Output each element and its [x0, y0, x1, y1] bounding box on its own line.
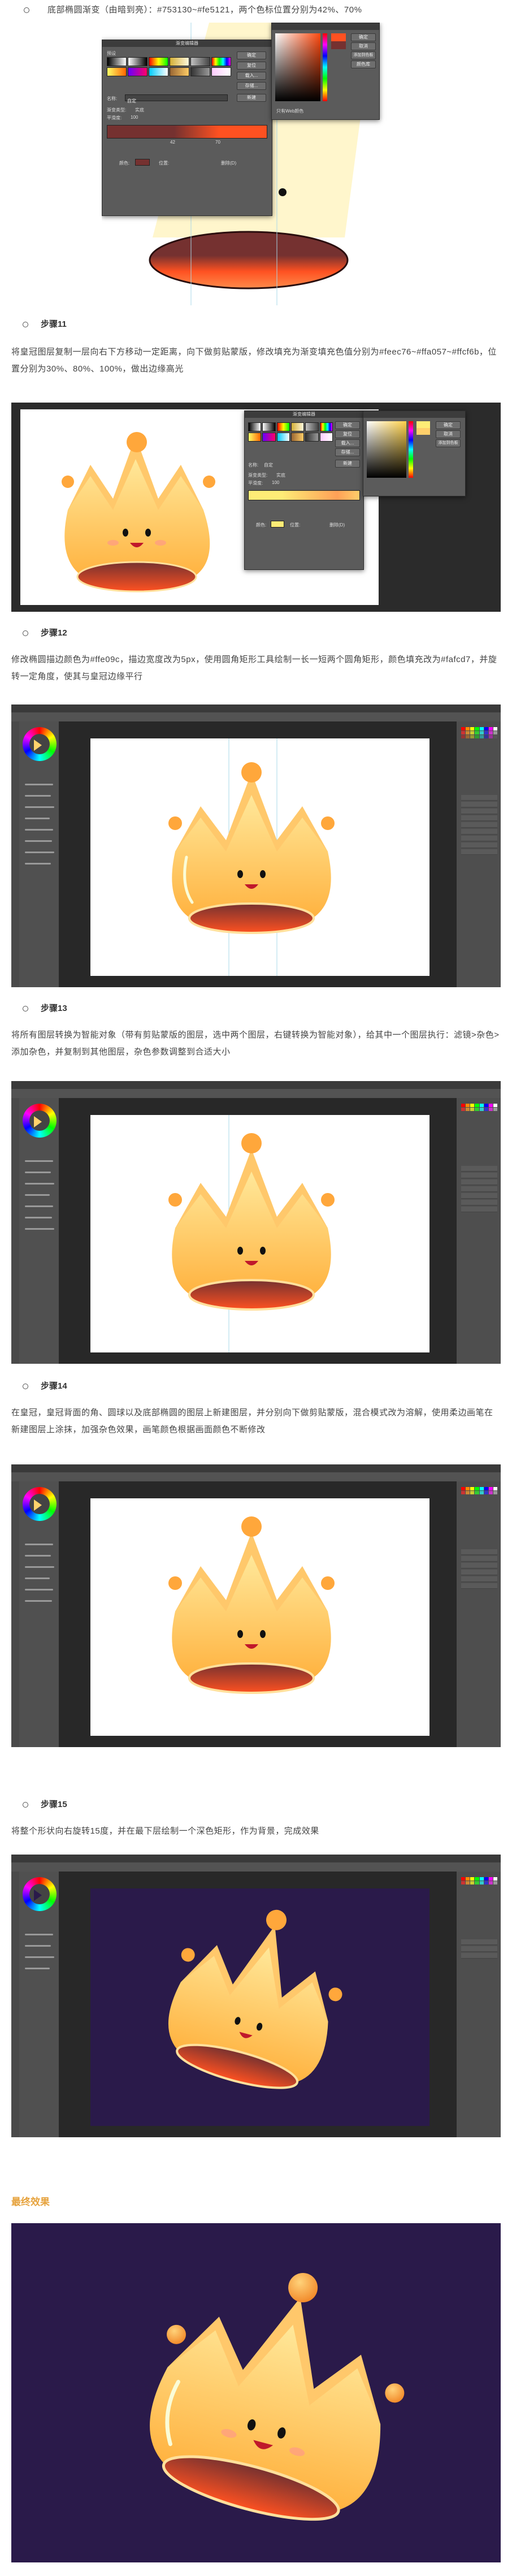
screenshot-gradient-editor-a: 渐变编辑器 预设 确定 复位 载入... 存储... 名称: 自定 新建 渐变类…	[102, 23, 396, 305]
screenshot-step15	[11, 1855, 501, 2137]
preset-grid[interactable]	[107, 57, 231, 76]
save-button[interactable]: 存储...	[237, 82, 266, 90]
reset-button[interactable]: 复位	[237, 62, 266, 70]
location-label-b: 位置:	[290, 522, 301, 528]
smooth-label: 平滑度:	[107, 115, 122, 120]
load-button[interactable]: 载入...	[237, 72, 266, 80]
canvas[interactable]	[90, 1888, 429, 2126]
color-picker-dialog-b: 确定 取消 添加到色板	[363, 410, 466, 496]
load-button-b[interactable]: 载入...	[335, 439, 360, 447]
step13-title: 步骤13	[23, 1002, 67, 1014]
swatches-panel[interactable]	[461, 1104, 497, 1111]
intro-text: 底部椭圆渐变（由暗到亮）：#753130~#fe5121，两个色标位置分别为42…	[47, 5, 362, 15]
gradient-bar-b[interactable]	[248, 490, 360, 500]
swatches-panel[interactable]	[461, 1877, 497, 1885]
step15-text: 将整个形状向右旋转15度，并在最下层绘制一个深色矩形，作为背景，完成效果	[11, 1826, 319, 1836]
color-picker-dialog: 确定 取消 添加到色板 颜色库 只有Web颜色	[271, 23, 380, 120]
gradient-bar[interactable]	[107, 125, 267, 139]
reset-button-b[interactable]: 复位	[335, 430, 360, 438]
picker-ok-b[interactable]: 确定	[436, 421, 461, 429]
stop-70[interactable]: 70	[215, 140, 220, 145]
type-value-b[interactable]: 实底	[276, 472, 285, 478]
step12-text: 修改椭圆描边颜色为#ffe09c，描边宽度改为5px，使用圆角矩形工具绘制一长一…	[11, 655, 497, 681]
screenshot-step14	[11, 1464, 501, 1747]
smooth-label-b: 平滑度:	[248, 481, 263, 486]
location-label: 位置:	[159, 161, 170, 166]
color-label: 颜色:	[119, 161, 130, 166]
step11-title: 步骤11	[23, 318, 67, 330]
canvas[interactable]	[90, 1498, 429, 1736]
name-field[interactable]: 自定	[125, 94, 228, 103]
intro-bullet	[24, 7, 29, 13]
color-label-b: 颜色:	[256, 522, 267, 528]
save-button-b[interactable]: 存储...	[335, 448, 360, 456]
smooth-value[interactable]: 100	[131, 115, 138, 120]
picker-ok[interactable]: 确定	[351, 33, 376, 41]
crown-illustration	[168, 738, 335, 976]
type-label: 渐变类型:	[107, 107, 127, 113]
canvas[interactable]	[90, 738, 429, 976]
dialog-title: 渐变编辑器	[102, 40, 272, 47]
color-swatch[interactable]	[135, 159, 150, 166]
step11-text: 将皇冠图层复制一层向右下方移动一定距离，向下做剪贴蒙版，修改填充为渐变填充色值分…	[11, 347, 497, 374]
type-label-b: 渐变类型:	[248, 473, 268, 478]
step14-text: 在皇冠，皇冠背面的角、圆球以及底部椭圆的图层上新建图层，并分别向下做剪贴蒙版，混…	[11, 1408, 493, 1434]
delete-label-b[interactable]: 删除(D)	[329, 522, 345, 528]
new-button[interactable]: 新建	[237, 94, 266, 102]
name-value-b[interactable]: 自定	[264, 462, 273, 468]
color-swatch-b[interactable]	[271, 521, 284, 528]
name-label-b: 名称:	[248, 463, 259, 468]
final-title: 最终效果	[11, 2197, 50, 2207]
hue-slider[interactable]	[323, 33, 327, 101]
canvas[interactable]	[90, 1115, 429, 1352]
old-color	[331, 41, 346, 49]
picker-cancel[interactable]: 取消	[351, 42, 376, 50]
crown-illustration	[168, 1115, 335, 1352]
stop-42[interactable]: 42	[170, 140, 175, 145]
new-color	[331, 33, 346, 41]
color-field[interactable]	[275, 33, 320, 101]
step14-title: 步骤14	[23, 1380, 67, 1391]
crown-illustration	[168, 1516, 335, 1694]
swatches-panel[interactable]	[461, 1487, 497, 1494]
name-label: 名称:	[107, 96, 118, 101]
step13-text: 将所有图层转换为智能对象（带有剪贴蒙版的图层，选中两个图层，右键转换为智能对象）…	[11, 1030, 500, 1057]
preset-label: 预设	[107, 51, 116, 56]
step15-title: 步骤15	[23, 1798, 67, 1810]
crown-illustration	[168, 1909, 342, 2089]
picker-web[interactable]: 只有Web颜色	[276, 108, 303, 114]
screenshot-step13	[11, 1081, 501, 1364]
type-value[interactable]: 实底	[135, 107, 144, 113]
step12-title: 步骤12	[23, 626, 67, 638]
name-value: 自定	[127, 98, 136, 103]
preset-grid-b[interactable]	[248, 422, 333, 442]
gradient-editor-dialog: 渐变编辑器 预设 确定 复位 载入... 存储... 名称: 自定 新建 渐变类…	[102, 40, 272, 216]
ok-button[interactable]: 确定	[237, 51, 266, 59]
new-button-b[interactable]: 新建	[335, 460, 360, 468]
gradient-editor-dialog-b: 渐变编辑器 确定 复位 载入... 存储... 名称: 自定 新建 渐变类型: …	[244, 410, 364, 570]
delete-label[interactable]: 删除(D)	[221, 160, 236, 166]
picker-cancel-b[interactable]: 取消	[436, 430, 461, 438]
picker-add-b[interactable]: 添加到色板	[436, 439, 461, 447]
screenshot-step12	[11, 704, 501, 987]
picker-add[interactable]: 添加到色板	[351, 51, 376, 59]
ok-button-b[interactable]: 确定	[335, 421, 360, 429]
smooth-value-b[interactable]: 100	[272, 480, 279, 485]
crown-illustration-final	[150, 2272, 405, 2521]
picker-lib[interactable]: 颜色库	[351, 60, 376, 68]
swatches-panel[interactable]	[461, 727, 497, 738]
screenshot-step11: 渐变编辑器 确定 复位 载入... 存储... 名称: 自定 新建 渐变类型: …	[11, 403, 501, 612]
final-illustration	[11, 2223, 501, 2562]
